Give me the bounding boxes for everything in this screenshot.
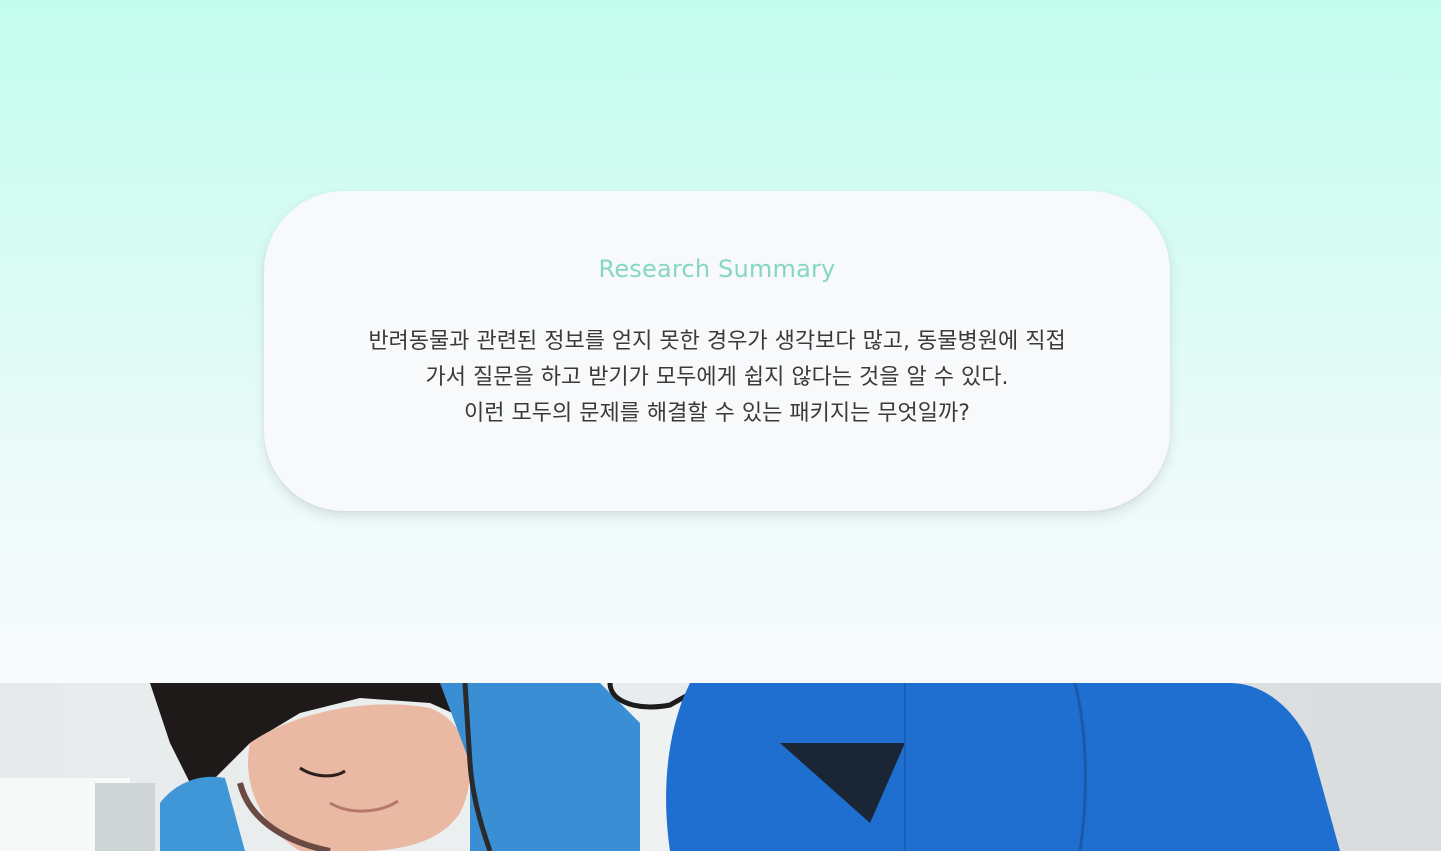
veterinarians-photo xyxy=(0,683,1441,851)
summary-line: 가서 질문을 하고 받기가 모두에게 쉽지 않다는 것을 알 수 있다. xyxy=(425,365,1009,390)
veterinarians-illustration xyxy=(0,683,1441,851)
summary-line: 반려동물과 관련된 정보를 얻지 못한 경우가 생각보다 많고, 동물병원에 직… xyxy=(368,329,1066,354)
summary-line: 이런 모두의 문제를 해결할 수 있는 패키지는 무엇일까? xyxy=(464,401,970,426)
man-scrub xyxy=(666,683,1340,851)
research-summary-title: Research Summary xyxy=(598,255,836,283)
research-summary-text: 반려동물과 관련된 정보를 얻지 못한 경우가 생각보다 많고, 동물병원에 직… xyxy=(304,324,1130,432)
woman-face xyxy=(248,704,470,851)
hero-section: Research Summary 반려동물과 관련된 정보를 얻지 못한 경우가… xyxy=(0,0,1441,683)
research-summary-card: Research Summary 반려동물과 관련된 정보를 얻지 못한 경우가… xyxy=(264,191,1170,511)
